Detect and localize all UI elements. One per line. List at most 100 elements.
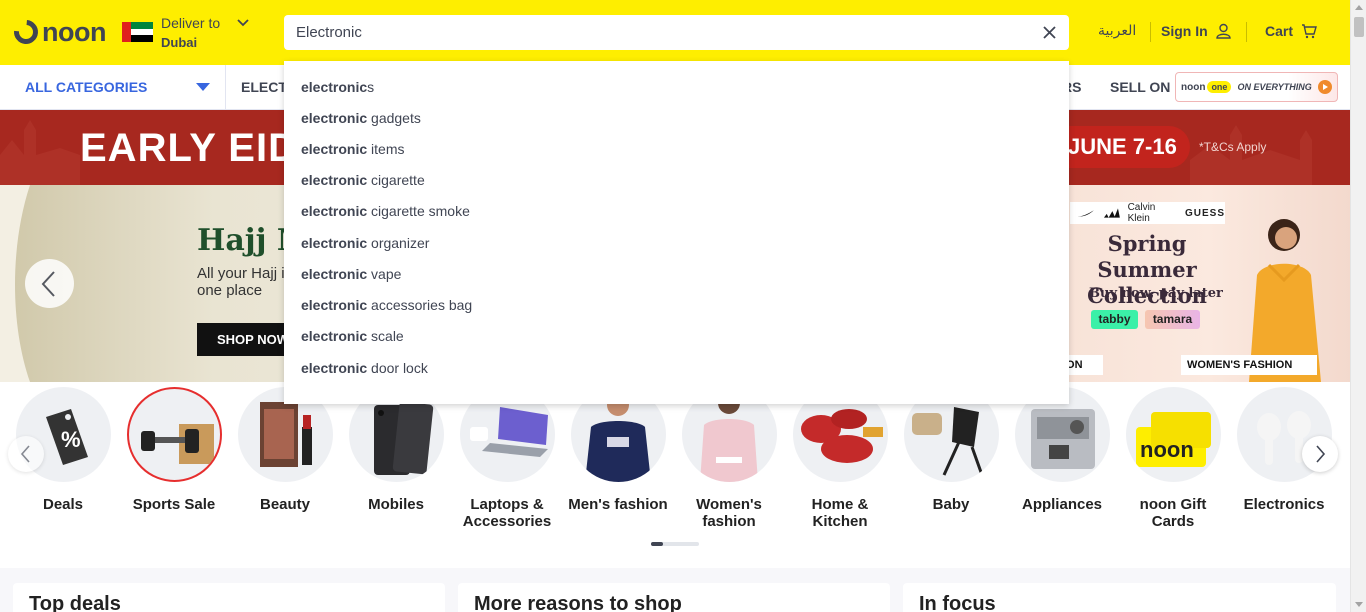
search-suggestions: electronics electronic gadgets electroni… [284, 61, 1069, 404]
caret-down-icon [196, 83, 210, 91]
signin-button[interactable]: Sign In [1161, 23, 1231, 39]
category-sports-sale[interactable]: Sports Sale [122, 387, 226, 513]
category-label: Deals [42, 496, 84, 513]
category-womens-fashion[interactable]: Women's fashion [677, 387, 781, 530]
suggestion-match: electronic [301, 110, 368, 126]
noon-one-promo[interactable]: noon one ON EVERYTHING [1175, 72, 1338, 102]
deliver-to-selector[interactable]: Deliver to Dubai [122, 13, 257, 53]
suggestion-item[interactable]: electronic cigarette [301, 172, 425, 188]
suggestion-match: electronic [301, 235, 368, 251]
suggestion-item[interactable]: electronic scale [301, 328, 404, 344]
in-focus-card: In focus [903, 583, 1336, 612]
uae-flag-icon [122, 22, 153, 43]
search-input[interactable] [284, 15, 1024, 50]
suggestion-rest: scale [367, 328, 404, 344]
suggestion-rest: cigarette [367, 172, 425, 188]
category-beauty[interactable]: Beauty [233, 387, 337, 513]
suggestion-item[interactable]: electronic door lock [301, 360, 428, 376]
brand-strip: Calvin Klein GUESS [1070, 202, 1225, 224]
suggestion-match: electronic [301, 203, 368, 219]
suggestion-rest: door lock [367, 360, 428, 376]
cart-label: Cart [1265, 23, 1294, 39]
category-carousel: % Deals Sports Sale Beauty Mobiles Lapto… [0, 382, 1350, 568]
suggestion-item[interactable]: electronic vape [301, 266, 401, 282]
user-icon [1215, 23, 1231, 39]
deliver-label: Deliver to [161, 15, 221, 31]
logo-text: noon [42, 16, 106, 47]
chevron-left-icon [41, 271, 55, 297]
suggestion-rest: accessories bag [367, 297, 473, 313]
search-bar [284, 15, 1069, 50]
promo-noon: noon [1181, 81, 1206, 93]
category-label: Baby [932, 496, 970, 513]
category-home-kitchen[interactable]: Home & Kitchen [788, 387, 892, 530]
more-reasons-card: More reasons to shop [458, 583, 890, 612]
suggestion-rest: s [367, 79, 375, 95]
category-gift-cards[interactable]: noon noon Gift Cards [1121, 387, 1225, 530]
cart-button[interactable]: Cart [1265, 23, 1317, 39]
brand-guess: GUESS [1184, 207, 1225, 219]
promo-one: one [1207, 81, 1232, 93]
category-label: Sports Sale [132, 496, 216, 513]
category-mens-fashion[interactable]: Men's fashion [566, 387, 670, 513]
noon-logo[interactable]: noon [9, 15, 106, 49]
noon-logo-icon [9, 15, 43, 49]
fashion-cta-partial[interactable]: ION [1069, 355, 1103, 375]
eid-dates: JUNE 7-16 [1068, 134, 1177, 159]
page: noon Deliver to Dubai العربية Sign In Ca… [0, 0, 1366, 612]
nav-item-sell-on-noon[interactable]: SELL ON [1110, 79, 1170, 95]
womens-fashion-cta[interactable]: WOMEN'S FASHION [1181, 355, 1317, 375]
all-categories-menu[interactable]: ALL CATEGORIES [0, 65, 226, 109]
signin-label: Sign In [1161, 23, 1208, 39]
suggestion-item[interactable]: electronic items [301, 141, 404, 157]
category-label: Home & Kitchen [811, 496, 869, 530]
category-label: Appliances [1021, 496, 1103, 513]
category-baby[interactable]: Baby [899, 387, 1003, 513]
divider [1150, 22, 1151, 42]
categories-next-button[interactable] [1302, 436, 1338, 472]
gift-cards-image: noon [1125, 387, 1221, 482]
category-label: Men's fashion [568, 496, 668, 513]
chevron-right-icon [1316, 445, 1326, 463]
tamara-badge: tamara [1145, 310, 1200, 329]
suggestion-match: electronic [301, 297, 368, 313]
top-deals-card: Top deals [13, 583, 445, 612]
category-laptops[interactable]: Laptops & Accessories [455, 387, 559, 530]
suggestion-item[interactable]: electronic accessories bag [301, 297, 472, 313]
category-label: Laptops & Accessories [462, 496, 552, 530]
suggestion-item[interactable]: electronics [301, 79, 374, 95]
eid-title: EARLY EID [80, 126, 298, 170]
scrollbar-thumb[interactable] [1354, 17, 1364, 37]
suggestion-item[interactable]: electronic gadgets [301, 110, 421, 126]
suggestion-item[interactable]: electronic organizer [301, 235, 429, 251]
suggestion-rest: cigarette smoke [367, 203, 470, 219]
page-scrollbar[interactable] [1350, 0, 1366, 612]
sports-image [126, 387, 222, 482]
nav-item-electronics[interactable]: ELECT [241, 79, 287, 95]
svg-text:noon: noon [1140, 437, 1194, 462]
in-focus-title: In focus [919, 593, 996, 612]
category-mobiles[interactable]: Mobiles [344, 387, 448, 513]
categories-prev-button[interactable] [8, 436, 44, 472]
suggestion-rest: vape [367, 266, 402, 282]
language-switch[interactable]: العربية [1098, 23, 1136, 39]
suggestion-match: electronic [301, 79, 368, 95]
fashion-banner[interactable]: Calvin Klein GUESS Spring Summer Collect… [1069, 185, 1350, 382]
chevron-down-icon [237, 19, 249, 27]
category-label: Mobiles [368, 496, 424, 513]
close-icon[interactable] [1042, 25, 1057, 40]
suggestion-rest: organizer [367, 235, 430, 251]
divider [1246, 22, 1247, 42]
more-reasons-title: More reasons to shop [474, 593, 682, 612]
header: noon Deliver to Dubai العربية Sign In Ca… [0, 0, 1350, 65]
arrow-right-icon [1317, 80, 1332, 94]
suggestion-item[interactable]: electronic cigarette smoke [301, 203, 470, 219]
carousel-prev-button[interactable] [25, 259, 74, 308]
scroll-down-icon[interactable] [1355, 602, 1363, 607]
nike-icon [1076, 209, 1094, 216]
carousel-indicator-active [651, 542, 663, 546]
category-appliances[interactable]: Appliances [1010, 387, 1114, 513]
suggestion-match: electronic [301, 328, 368, 344]
category-label: Women's fashion [696, 496, 762, 530]
scroll-up-icon[interactable] [1355, 5, 1363, 10]
